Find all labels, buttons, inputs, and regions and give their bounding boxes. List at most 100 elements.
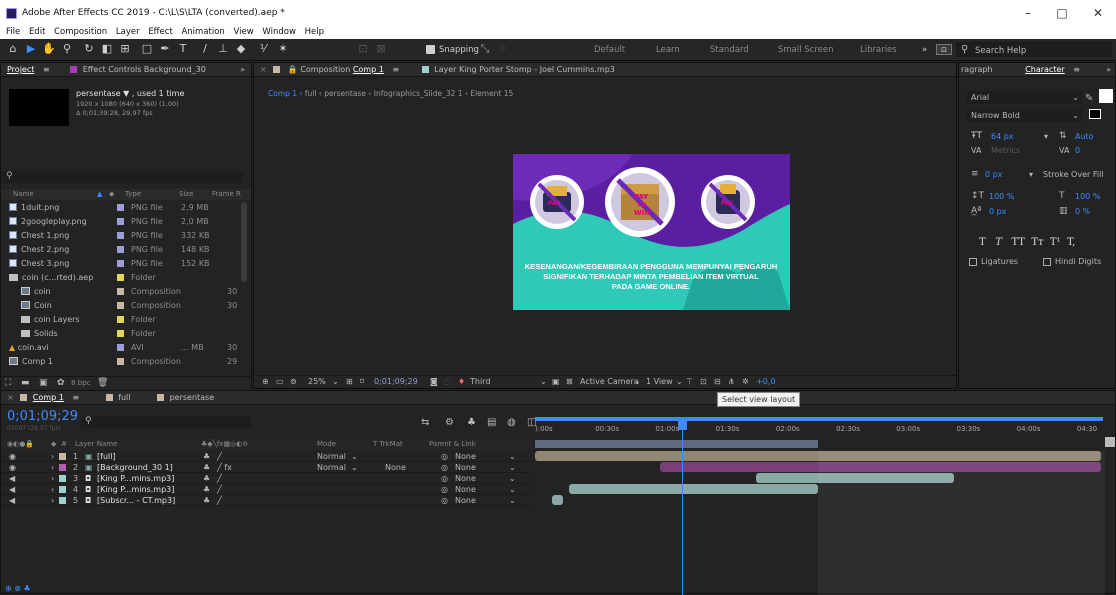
switches-icons[interactable]: ♣◆╲fx▦◎◐⊖ xyxy=(201,439,248,450)
eraser-tool-icon[interactable]: ◆ xyxy=(234,42,248,56)
resolution-dropdown[interactable]: Third xyxy=(470,376,490,388)
layer-row[interactable]: ◀ › 4 ◘ [King P...mins.mp3] ♣ ╱ ◎ None ⌄ xyxy=(1,484,533,495)
label-color-swatch[interactable] xyxy=(117,358,124,365)
pick-whip-icon[interactable]: ◎ xyxy=(441,484,448,495)
brush-tool-icon[interactable]: / xyxy=(198,42,212,56)
comp-mini-flowchart-icon[interactable]: ⇆ xyxy=(421,417,429,428)
lock-icon[interactable]: 🔒 xyxy=(288,63,298,76)
playhead-handle-icon[interactable] xyxy=(678,421,688,430)
faux-bold-button[interactable]: T xyxy=(979,237,986,248)
menu-edit[interactable]: Edit xyxy=(29,26,45,39)
pick-whip-icon[interactable]: ◎ xyxy=(441,473,448,484)
layer-number-icon[interactable]: # xyxy=(61,439,67,450)
all-caps-button[interactable]: TT xyxy=(1011,237,1025,248)
maximize-button[interactable]: □ xyxy=(1050,5,1074,21)
expand-twirl-icon[interactable]: › xyxy=(51,451,54,462)
character-menu-icon[interactable]: ≡ xyxy=(1073,63,1080,76)
axis-local-icon[interactable]: ⊡ xyxy=(356,42,370,56)
label-color-swatch[interactable] xyxy=(117,204,124,211)
shy-layers-icon[interactable]: ♣ xyxy=(467,417,476,428)
character-more-button[interactable]: » xyxy=(1106,63,1111,76)
layer-duration-bar[interactable] xyxy=(551,495,564,505)
project-item[interactable]: Chest 3.png PNG file 152 KB xyxy=(1,258,239,269)
label-column-icon[interactable]: ◆ xyxy=(109,189,114,200)
audio-toggle-icon[interactable]: ◀ xyxy=(9,484,15,495)
blend-mode-dropdown[interactable]: Normal xyxy=(317,451,346,462)
new-folder-icon[interactable]: ▬ xyxy=(21,378,30,388)
rotation-tool-icon[interactable]: ↻ xyxy=(82,42,96,56)
workspace-edit-icon[interactable]: ⊡ xyxy=(936,44,952,55)
stroke-width-value[interactable]: 0 px xyxy=(985,170,1002,179)
timeline-menu-icon[interactable]: ≡ xyxy=(72,391,79,404)
breadcrumb-full[interactable]: full xyxy=(305,89,317,98)
layer-label-swatch[interactable] xyxy=(59,497,66,504)
column-name[interactable]: Name xyxy=(13,189,34,200)
expand-twirl-icon[interactable]: › xyxy=(51,495,54,506)
layer-row[interactable]: ◉ › 2 ▣ [Background_30 1] ♣ ╱ fx Normal ⌄ None ◎ No… xyxy=(1,462,533,473)
ligatures-checkbox[interactable] xyxy=(969,258,977,266)
home-icon[interactable]: ⌂ xyxy=(6,42,20,56)
visibility-toggle-icon[interactable]: ◉ xyxy=(9,451,16,462)
project-item[interactable]: Solids Folder xyxy=(1,328,239,339)
tab-effect-controls[interactable]: Effect Controls Background_30 xyxy=(83,65,206,74)
shy-switch-icon[interactable]: ♣ xyxy=(203,462,210,473)
tracking-value[interactable]: 0 xyxy=(1075,146,1080,155)
superscript-button[interactable]: T¹ xyxy=(1050,237,1061,248)
workspace-libraries[interactable]: Libraries xyxy=(860,45,897,55)
layer-row[interactable]: ◉ › 1 ▣ [full] ♣ ╱ Normal ⌄ ◎ None ⌄ xyxy=(1,451,533,462)
fill-color-swatch[interactable] xyxy=(1099,89,1113,103)
tsume-value[interactable]: 0 % xyxy=(1075,207,1090,216)
tab-character[interactable]: Character xyxy=(1025,63,1065,76)
breadcrumb-infographics[interactable]: Infographics_Slide_32 1 xyxy=(374,89,463,98)
type-tool-icon[interactable]: T xyxy=(176,42,190,56)
column-size[interactable]: Size xyxy=(179,189,193,200)
faux-italic-button[interactable]: T xyxy=(995,237,1002,248)
viewer-timecode[interactable]: 0;01;09;29 xyxy=(374,376,418,388)
mask-visibility-icon[interactable]: ⌑ xyxy=(360,376,364,388)
composition-canvas[interactable]: PAY PAY TO WIN PAY KESENANGAN/KEGEMBIRAA… xyxy=(513,154,790,310)
layer-row[interactable]: ◀ › 5 ◘ [Subscr... - CT.mp3] ♣ ╱ ◎ None ⌄ xyxy=(1,495,533,506)
layer-label-swatch[interactable] xyxy=(59,486,66,493)
tab-layer[interactable]: Layer King Porter Stomp - Joel Cummins.m… xyxy=(434,65,615,74)
breadcrumb-persentase[interactable]: persentase xyxy=(324,89,366,98)
audio-toggle-icon[interactable]: ◀ xyxy=(9,495,15,506)
breadcrumb-comp1[interactable]: Comp 1 xyxy=(268,89,297,98)
track-matte-dropdown[interactable]: None xyxy=(385,462,406,473)
shy-switch-icon[interactable]: ♣ xyxy=(203,484,210,495)
pick-whip-icon[interactable]: ◎ xyxy=(441,495,448,506)
project-item[interactable]: Coin Composition 30 xyxy=(1,300,239,311)
layer-label-swatch[interactable] xyxy=(59,453,66,460)
menu-composition[interactable]: Composition xyxy=(54,26,107,39)
layer-name[interactable]: [Subscr... - CT.mp3] xyxy=(97,495,175,506)
tab-project[interactable]: Project xyxy=(7,63,34,76)
tab-full[interactable]: full xyxy=(118,393,130,402)
snap-option-icon[interactable]: ⤡ xyxy=(478,42,492,56)
quality-switch-icon[interactable]: ╱ xyxy=(217,451,222,462)
mode-header[interactable]: Mode xyxy=(317,439,336,450)
project-item[interactable]: coin Layers Folder xyxy=(1,314,239,325)
leading-value[interactable]: Auto xyxy=(1075,132,1094,141)
menu-animation[interactable]: Animation xyxy=(181,26,224,39)
always-preview-icon[interactable]: ⊕ xyxy=(262,376,269,388)
layer-label-swatch[interactable] xyxy=(59,475,66,482)
menu-window[interactable]: Window xyxy=(262,26,296,39)
close-button[interactable]: ✕ xyxy=(1086,5,1110,21)
project-item[interactable]: coin Composition 30 xyxy=(1,286,239,297)
label-color-swatch[interactable] xyxy=(117,330,124,337)
close-tab-icon[interactable]: × xyxy=(7,391,14,404)
puppet-tool-icon[interactable]: ✶ xyxy=(276,42,290,56)
expand-twirl-icon[interactable]: › xyxy=(51,462,54,473)
kerning-value[interactable]: Metrics xyxy=(991,146,1020,155)
menu-effect[interactable]: Effect xyxy=(148,26,172,39)
workspace-small-screen[interactable]: Small Screen xyxy=(778,45,834,55)
font-size-value[interactable]: 64 px xyxy=(991,132,1014,141)
workspace-learn[interactable]: Learn xyxy=(656,45,680,55)
grid-guide-icon[interactable]: ⊞ xyxy=(346,376,353,388)
quality-switch-icon[interactable]: ╱ xyxy=(217,484,222,495)
parent-dropdown[interactable]: None xyxy=(455,462,476,473)
blend-mode-dropdown[interactable]: Normal xyxy=(317,462,346,473)
layer-name[interactable]: [King P...mins.mp3] xyxy=(97,473,174,484)
project-scrollbar[interactable] xyxy=(241,202,247,282)
sort-icon[interactable]: ▲ xyxy=(97,189,102,200)
hindi-digits-checkbox[interactable] xyxy=(1043,258,1051,266)
